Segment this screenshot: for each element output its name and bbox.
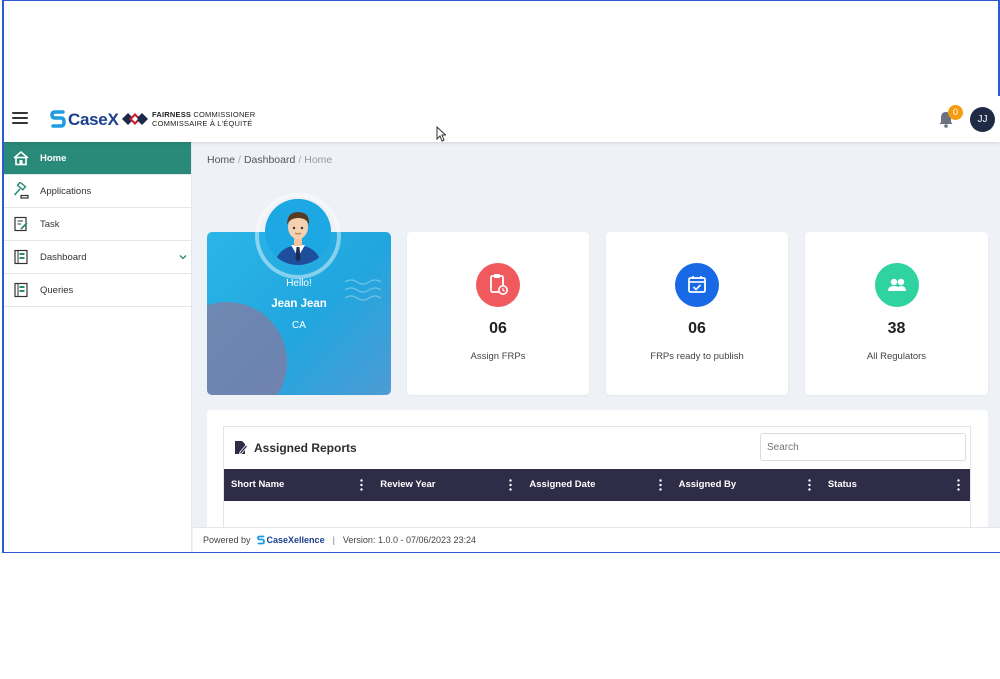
stat-card-all-regulators[interactable]: 38 All Regulators — [805, 232, 988, 395]
chevron-down-icon[interactable] — [179, 253, 187, 261]
breadcrumb-home[interactable]: Home — [207, 154, 235, 166]
breadcrumb: Home/Dashboard/Home — [207, 154, 332, 166]
dashboard-icon — [12, 248, 30, 266]
sidebar-item-label: Queries — [40, 285, 73, 296]
sidebar-item-label: Task — [40, 219, 60, 230]
footer-separator: | — [333, 535, 335, 545]
stat-value: 38 — [805, 320, 988, 338]
app-root: CaseX FAIRNESS COMMISSIONER COMMISSAIRE … — [4, 96, 1000, 552]
footer: Powered by CaseXellence | Version: 1.0.0… — [193, 527, 1000, 552]
sidebar: Home Applications Task — [4, 142, 192, 552]
casexellence-s-icon — [257, 535, 265, 546]
mouse-cursor-icon — [436, 126, 446, 142]
casex-s-icon — [50, 109, 66, 131]
stat-icon-bg — [476, 263, 520, 307]
top-bar: CaseX FAIRNESS COMMISSIONER COMMISSAIRE … — [4, 96, 1000, 142]
column-menu-icon[interactable] — [360, 479, 363, 491]
sidebar-item-queries[interactable]: Queries — [4, 274, 191, 307]
queries-icon — [12, 281, 30, 299]
reports-title-text: Assigned Reports — [254, 441, 357, 455]
sidebar-item-label: Applications — [40, 186, 91, 197]
reports-title: Assigned Reports — [234, 440, 357, 455]
column-header-assigned-by[interactable]: Assigned By — [672, 469, 821, 501]
sidebar-item-label: Dashboard — [40, 252, 86, 263]
profile-avatar-icon — [265, 199, 331, 265]
user-avatar[interactable]: JJ — [970, 107, 995, 132]
person-avatar-illustration — [265, 199, 331, 265]
fc-line1-bold: FAIRNESS — [152, 110, 191, 119]
logo-text: CaseX — [68, 110, 118, 130]
column-menu-icon[interactable] — [509, 479, 512, 491]
gavel-icon — [12, 182, 30, 200]
stat-card-assign-frps[interactable]: 06 Assign FRPs — [407, 232, 589, 395]
assigned-reports-table: Assigned Reports Short Name Review Year … — [223, 426, 971, 536]
profile-greeting: Hello! — [207, 278, 391, 289]
version-text: Version: 1.0.0 - 07/06/2023 23:24 — [343, 535, 476, 545]
column-header-status[interactable]: Status — [821, 469, 970, 501]
casexellence-logo[interactable]: CaseXellence — [257, 535, 325, 546]
profile-name: Jean Jean — [207, 298, 391, 310]
clipboard-clock-icon — [476, 263, 520, 307]
fc-line2: COMMISSAIRE À L'ÉQUITÉ — [152, 119, 255, 128]
calendar-check-icon — [675, 263, 719, 307]
column-label: Assigned Date — [529, 479, 595, 490]
column-menu-icon[interactable] — [808, 479, 811, 491]
stat-card-frps-ready[interactable]: 06 FRPs ready to publish — [606, 232, 788, 395]
report-edit-icon — [234, 440, 248, 455]
casexellence-text: CaseXellence — [267, 535, 325, 545]
column-label: Short Name — [231, 479, 284, 490]
breadcrumb-dashboard[interactable]: Dashboard — [244, 154, 295, 166]
notification-badge: 0 — [948, 105, 963, 120]
column-header-assigned-date[interactable]: Assigned Date — [522, 469, 671, 501]
column-header-review-year[interactable]: Review Year — [373, 469, 522, 501]
column-menu-icon[interactable] — [957, 479, 960, 491]
fc-line1-rest: COMMISSIONER — [191, 110, 255, 119]
users-icon — [875, 263, 919, 307]
fc-mark-icon — [122, 111, 148, 127]
table-header: Short Name Review Year Assigned Date Ass… — [224, 469, 970, 501]
sidebar-item-label: Home — [40, 153, 66, 164]
task-icon — [12, 215, 30, 233]
stat-label: Assign FRPs — [407, 351, 589, 362]
stat-value: 06 — [407, 320, 589, 338]
reports-panel: Assigned Reports Short Name Review Year … — [207, 410, 988, 540]
profile-decoration — [207, 302, 287, 395]
home-icon — [12, 149, 30, 167]
column-label: Status — [828, 479, 857, 490]
sidebar-item-home[interactable]: Home — [4, 142, 191, 175]
sidebar-item-task[interactable]: Task — [4, 208, 191, 241]
fairness-commissioner-logo: FAIRNESS COMMISSIONER COMMISSAIRE À L'ÉQ… — [122, 110, 255, 128]
column-label: Review Year — [380, 479, 435, 490]
menu-toggle-icon[interactable] — [12, 112, 28, 124]
sidebar-item-dashboard[interactable]: Dashboard — [4, 241, 191, 274]
powered-by-text: Powered by — [203, 535, 251, 545]
column-label: Assigned By — [679, 479, 737, 490]
stat-icon-bg — [875, 263, 919, 307]
casex-logo[interactable]: CaseX — [50, 108, 118, 132]
breadcrumb-current: Home — [304, 154, 332, 166]
column-menu-icon[interactable] — [659, 479, 662, 491]
stat-icon-bg — [675, 263, 719, 307]
sidebar-item-applications[interactable]: Applications — [4, 175, 191, 208]
stat-label: FRPs ready to publish — [606, 351, 788, 362]
search-input[interactable] — [760, 433, 966, 461]
column-header-short-name[interactable]: Short Name — [224, 469, 373, 501]
profile-country: CA — [207, 320, 391, 331]
stat-value: 06 — [606, 320, 788, 338]
stat-label: All Regulators — [805, 351, 988, 362]
